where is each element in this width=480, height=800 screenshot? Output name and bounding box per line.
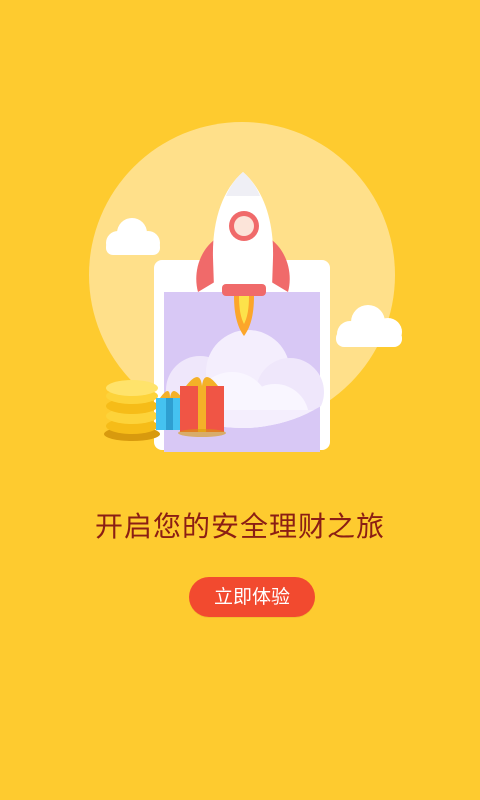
start-experience-button[interactable]: 立即体验: [189, 577, 315, 617]
coins-icon: [104, 380, 160, 441]
rocket-launch-illustration: [89, 122, 402, 452]
gift-icon: [178, 377, 226, 437]
onboarding-tagline: 开启您的安全理财之旅: [94, 510, 385, 543]
hero-illustration: [0, 0, 480, 480]
